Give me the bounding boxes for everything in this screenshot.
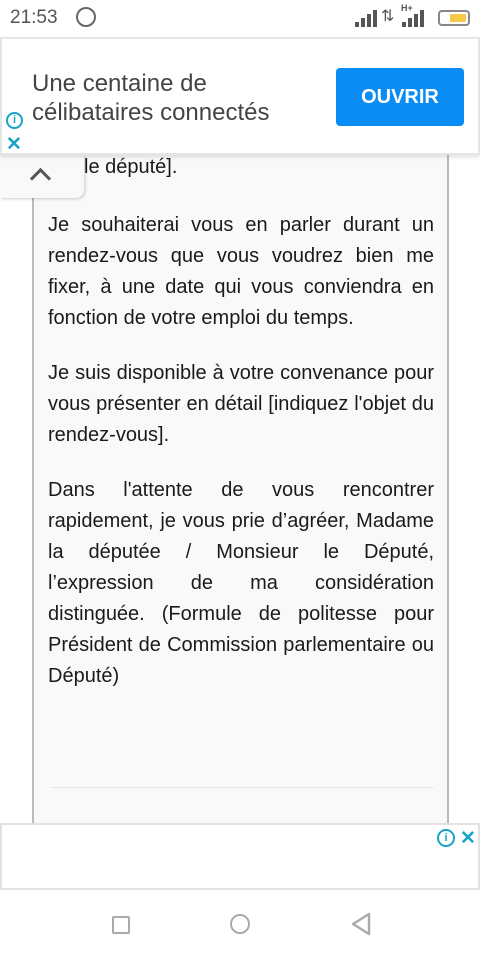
open-button[interactable]: OUVRIR <box>336 68 464 126</box>
partial-line: le député]. <box>84 156 178 178</box>
bottom-ad-banner[interactable]: i ✕ <box>0 823 480 890</box>
ad-info-icon[interactable]: i <box>437 829 455 847</box>
whatsapp-icon <box>76 7 96 27</box>
ad-close-icon[interactable]: ✕ <box>6 133 22 156</box>
status-bar: 21:53 ⇅ H+ <box>0 0 480 36</box>
recents-icon[interactable] <box>112 916 130 934</box>
back-icon[interactable] <box>350 912 372 936</box>
clock: 21:53 <box>10 7 58 28</box>
paragraph: Je souhaiterai vous en parler durant un … <box>48 214 434 329</box>
battery-icon <box>438 10 470 26</box>
data-arrows-icon: ⇅ <box>381 8 395 25</box>
signal-icon <box>355 10 377 27</box>
article-content: le député]. Je souhaiterai vous en parle… <box>32 150 449 830</box>
paragraph: Dans l'attente de vous rencontrer rapide… <box>48 479 434 687</box>
ad-text: Une centaine de célibataires connectés <box>32 70 270 126</box>
top-ad-banner[interactable]: Une centaine de célibataires connectés O… <box>0 37 480 155</box>
article-body: Je souhaiterai vous en parler durant un … <box>48 210 434 716</box>
ad-close-icon[interactable]: ✕ <box>460 827 476 850</box>
divider <box>50 787 434 788</box>
collapse-ad-button[interactable] <box>0 155 84 198</box>
navigation-bar <box>0 890 480 960</box>
signal-icon-2 <box>402 10 424 27</box>
chevron-up-icon <box>29 167 52 190</box>
ad-info-icon[interactable]: i <box>6 112 23 129</box>
paragraph: Je suis disponible à votre convenance po… <box>48 362 434 446</box>
home-icon[interactable] <box>230 914 250 934</box>
